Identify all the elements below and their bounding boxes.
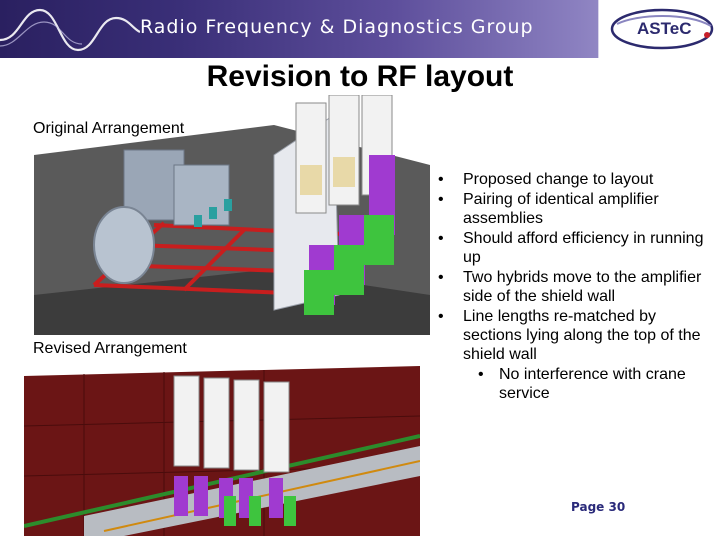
logo-text: ASTeC xyxy=(637,19,692,38)
bullet-item: Should afford efficiency in running up xyxy=(434,229,704,267)
astec-logo: ASTeC xyxy=(598,0,720,58)
label-original-arrangement: Original Arrangement xyxy=(33,120,185,137)
header-banner: Radio Frequency & Diagnostics Group ASTe… xyxy=(0,0,720,58)
group-title: Radio Frequency & Diagnostics Group xyxy=(140,16,534,38)
slide-title: Revision to RF layout xyxy=(206,60,514,93)
sub-bullet-item: No interference with crane service xyxy=(434,365,704,403)
bullet-item: Line lengths re-matched by sections lyin… xyxy=(434,307,704,364)
bullet-list: Proposed change to layout Pairing of ide… xyxy=(434,170,704,403)
bullet-item: Proposed change to layout xyxy=(434,170,704,189)
label-revised-arrangement: Revised Arrangement xyxy=(33,340,187,357)
revised-arrangement-image xyxy=(24,366,420,536)
page-number: Page 30 xyxy=(571,500,626,514)
wave-graphic xyxy=(0,8,140,52)
bullet-item: Two hybrids move to the amplifier side o… xyxy=(434,268,704,306)
bullet-item: Pairing of identical amplifier assemblie… xyxy=(434,190,704,228)
